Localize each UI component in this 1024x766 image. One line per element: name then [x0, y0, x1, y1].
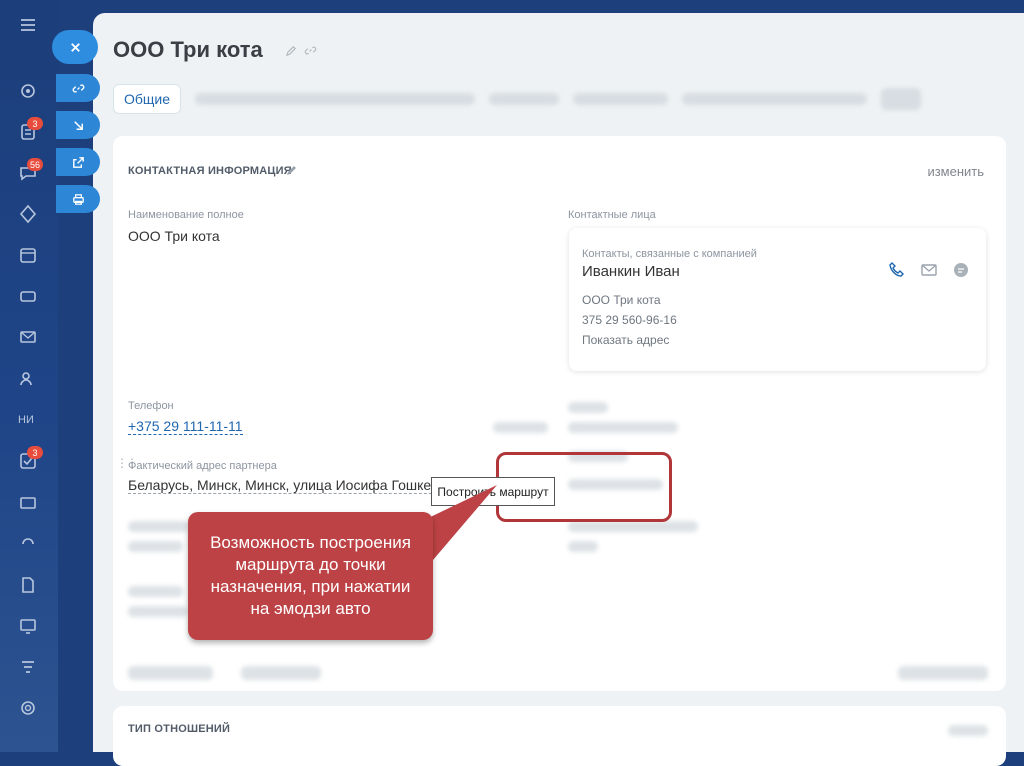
close-icon: [70, 42, 80, 52]
external-link-icon: [72, 156, 84, 168]
relation-section-title: ТИП ОТНОШЕНИЙ: [128, 723, 231, 735]
calendar-icon[interactable]: [17, 244, 39, 266]
annotation-callout: Возможность построения маршрута до точки…: [188, 512, 433, 640]
blurred-button[interactable]: [128, 666, 213, 680]
entity-panel: ООО Три кота Общие КОНТАКТНАЯ ИНФОРМАЦИЯ…: [93, 13, 1024, 766]
minimize-button[interactable]: [56, 111, 100, 139]
message-icon[interactable]: [952, 261, 970, 279]
close-button[interactable]: [52, 30, 98, 64]
tab-blurred-3[interactable]: [573, 93, 669, 105]
link-icon[interactable]: [304, 44, 317, 57]
section-title: КОНТАКТНАЯ ИНФОРМАЦИЯ: [128, 165, 292, 177]
tab-blurred-1[interactable]: [195, 93, 476, 105]
address-row: Беларусь, Минск, Минск, улица Иосифа Гош…: [128, 477, 462, 494]
pencil-icon[interactable]: [286, 164, 298, 176]
print-button[interactable]: [56, 185, 100, 213]
address-label: Фактический адрес партнера: [128, 460, 277, 472]
blurred-field: [948, 725, 988, 736]
blurred-field: [128, 541, 183, 552]
blurred-field: [568, 541, 598, 552]
blurred-field: [128, 606, 188, 617]
feed-badge: 3: [27, 446, 43, 459]
address-value[interactable]: Беларусь, Минск, Минск, улица Иосифа Гош…: [128, 477, 462, 494]
route-tooltip: Построить маршрут: [431, 477, 555, 506]
email-icon[interactable]: [920, 261, 938, 279]
blurred-field: [128, 521, 188, 532]
crm-icon[interactable]: [17, 80, 39, 102]
chat-badge: 56: [27, 158, 43, 171]
monitor-icon[interactable]: [17, 615, 39, 637]
full-name-value: ООО Три кота: [128, 228, 220, 244]
phone-call-icon[interactable]: [888, 261, 906, 279]
blurred-button[interactable]: [898, 666, 988, 680]
employees-icon[interactable]: [17, 368, 39, 390]
tab-blurred-2[interactable]: [489, 93, 560, 105]
mail-icon[interactable]: [17, 326, 39, 348]
contact-card: Контакты, связанные с компанией Иванкин …: [569, 228, 986, 371]
settings-icon[interactable]: [17, 697, 39, 719]
menu-icon[interactable]: [17, 14, 39, 36]
arrow-down-right-icon: [73, 120, 83, 130]
page-title: ООО Три кота: [113, 37, 263, 62]
show-address-link[interactable]: Показать адрес: [582, 333, 669, 347]
blurred-field: [568, 402, 608, 413]
tab-general[interactable]: Общие: [113, 84, 182, 114]
full-name-label: Наименование полное: [128, 209, 244, 221]
tab-bar: Общие: [113, 83, 922, 115]
phone-row: +375 29 111-11-11: [128, 418, 243, 435]
tab-blurred-4[interactable]: [682, 93, 868, 105]
contact-center-icon[interactable]: [17, 492, 39, 514]
contact-phone[interactable]: 375 29 560-96-16: [582, 313, 677, 327]
contact-actions: [888, 261, 970, 279]
contact-name[interactable]: Иванкин Иван: [582, 263, 680, 280]
blurred-field: [493, 422, 548, 433]
copy-link-button[interactable]: [56, 74, 100, 102]
link-icon: [72, 83, 84, 93]
printer-icon: [72, 193, 84, 205]
phone-label: Телефон: [128, 400, 174, 412]
drive-icon[interactable]: [17, 285, 39, 307]
tasks-badge: 3: [27, 117, 43, 130]
phone-link[interactable]: +375 29 111-11-11: [128, 418, 243, 435]
edit-link[interactable]: изменить: [927, 164, 984, 179]
contact-company: ООО Три кота: [582, 293, 661, 307]
relation-type-card: ТИП ОТНОШЕНИЙ: [113, 706, 1006, 766]
title-actions: [285, 44, 317, 57]
document-icon[interactable]: [17, 574, 39, 596]
edit-title-icon[interactable]: [285, 44, 298, 57]
tab-more[interactable]: [881, 88, 922, 110]
sync-icon[interactable]: [17, 533, 39, 555]
apps-icon[interactable]: [17, 203, 39, 225]
open-new-window-button[interactable]: [56, 148, 100, 176]
blurred-field: [568, 521, 698, 532]
contacts-label: Контактные лица: [568, 209, 656, 221]
contact-card-header: Контакты, связанные с компанией: [582, 248, 757, 260]
filter-icon[interactable]: [17, 656, 39, 678]
blurred-field: [568, 422, 678, 433]
user-initials[interactable]: НИ: [18, 414, 34, 426]
left-sidebar: 3 56 НИ 3: [0, 0, 58, 752]
blurred-button[interactable]: [241, 666, 321, 680]
blurred-field: [128, 586, 183, 597]
